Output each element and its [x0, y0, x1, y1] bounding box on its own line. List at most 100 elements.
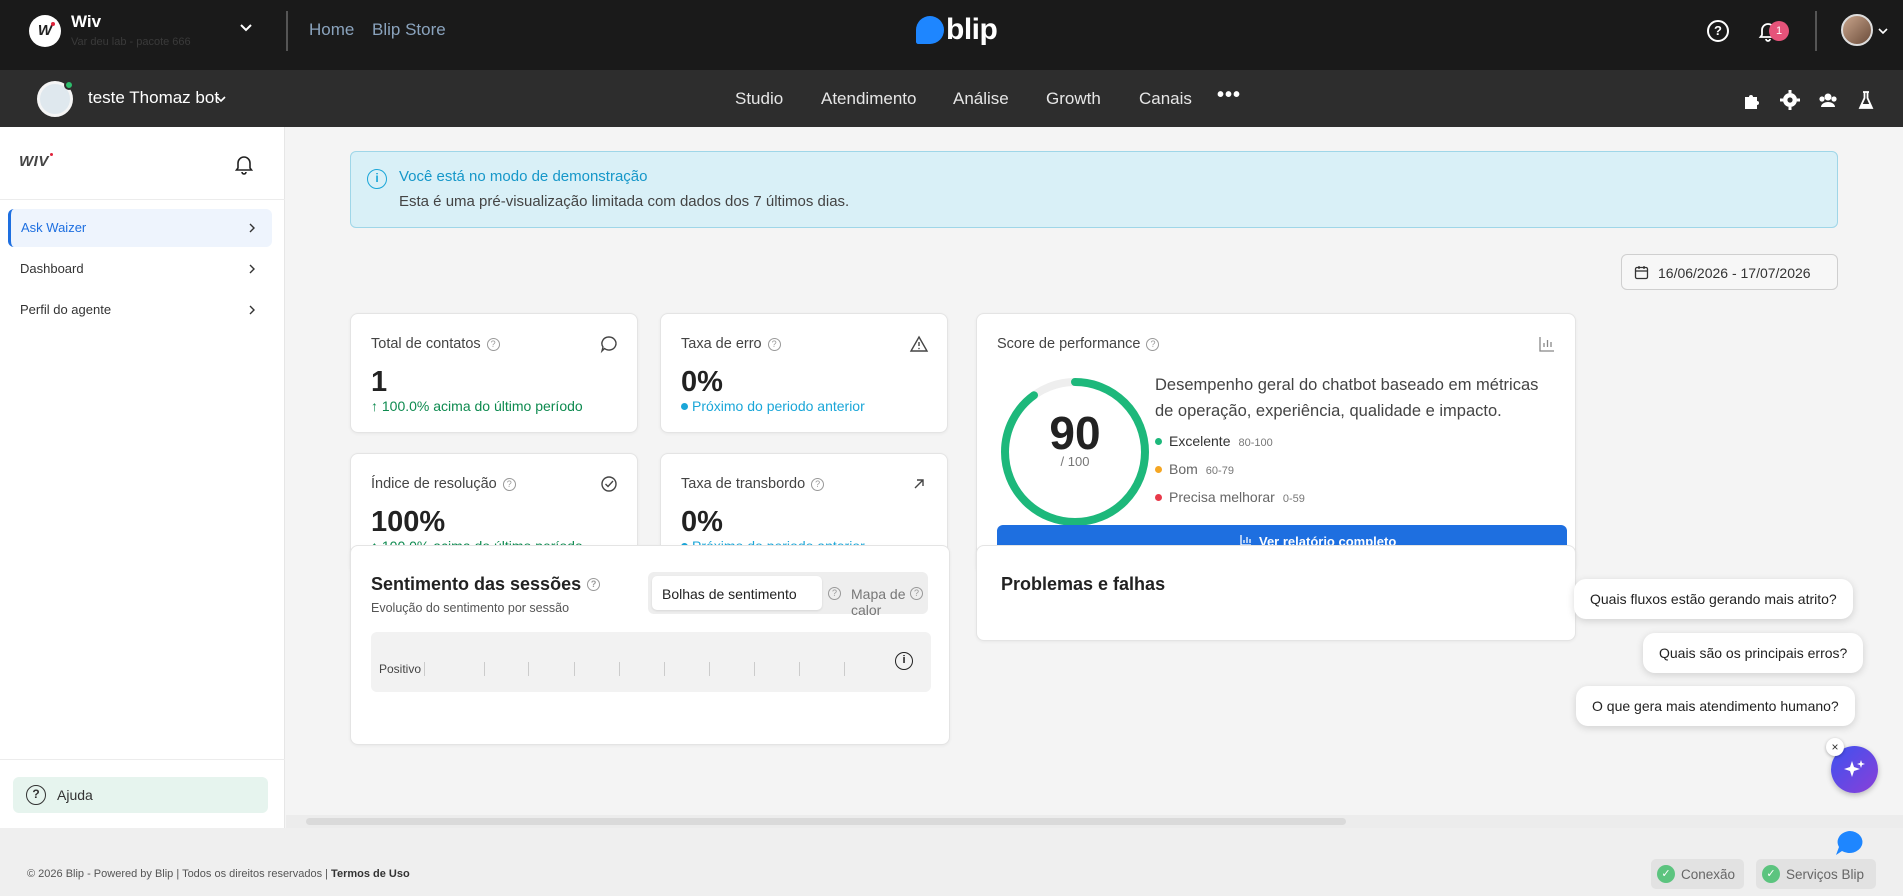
bot-name[interactable]: teste Thomaz bot — [88, 88, 219, 108]
horizontal-scrollbar[interactable] — [286, 815, 1903, 828]
wiv-logo: WIV — [19, 153, 53, 170]
help-icon[interactable]: ? — [910, 587, 923, 600]
divider — [0, 199, 285, 200]
help-icon[interactable]: ? — [767, 338, 781, 351]
nav-studio[interactable]: Studio — [735, 89, 783, 109]
metric-value: 0% — [681, 366, 723, 398]
check-icon: ✓ — [1762, 865, 1780, 883]
chevron-right-icon — [249, 264, 255, 274]
lab-flask-icon[interactable] — [1855, 89, 1877, 111]
help-icon[interactable]: ? — [486, 338, 500, 351]
grid-line — [574, 662, 575, 676]
sidebar-item-dashboard[interactable]: Dashboard — [8, 250, 272, 288]
suggestion-bubble[interactable]: O que gera mais atendimento humano? — [1576, 686, 1855, 726]
sentiment-subtitle: Evolução do sentimento por sessão — [371, 601, 570, 615]
blip-store-link[interactable]: Blip Store — [372, 20, 446, 40]
suggestion-bubble[interactable]: Quais são os principais erros? — [1643, 633, 1864, 673]
metric-card-total-contatos: Total de contatos? 1 ↑ 100.0% acima do ú… — [350, 313, 638, 433]
top-bar: W Wiv Var deu lab - pacote 666 Home Blip… — [0, 0, 1903, 70]
check-circle-icon — [601, 476, 617, 492]
metric-title: Total de contatos? — [371, 336, 500, 352]
scrollbar-thumb[interactable] — [306, 818, 1346, 825]
help-icon[interactable]: ? — [811, 478, 825, 491]
more-menu-icon[interactable]: ••• — [1217, 84, 1241, 107]
banner-title: Você está no modo de demonstração — [399, 168, 648, 185]
date-range-text: 16/06/2026 - 17/07/2026 — [1658, 265, 1811, 281]
nav-atendimento[interactable]: Atendimento — [821, 89, 916, 109]
bot-nav-bar: teste Thomaz bot Studio Atendimento Anál… — [0, 70, 1903, 127]
metric-trend: ↑ 100.0% acima do último período — [371, 398, 583, 414]
nav-analise[interactable]: Análise — [953, 89, 1009, 109]
team-icon[interactable] — [1817, 89, 1839, 111]
problems-title: Problemas e falhas — [1001, 574, 1166, 594]
close-icon[interactable]: × — [1826, 738, 1844, 756]
status-servicos-blip[interactable]: ✓ Serviços Blip — [1756, 859, 1876, 889]
chevron-down-icon[interactable] — [236, 18, 256, 38]
problems-card: Problemas e falhas — [976, 545, 1576, 641]
nav-growth[interactable]: Growth — [1046, 89, 1101, 109]
performance-title: Score de performance? — [997, 336, 1160, 352]
warning-icon — [909, 335, 929, 352]
sidebar: WIV Ask Waizer Dashboard Perfil do agent… — [0, 127, 285, 828]
metric-trend: Próximo do periodo anterior — [681, 398, 865, 414]
terms-link[interactable]: Termos de Uso — [331, 868, 410, 880]
user-avatar[interactable] — [1841, 14, 1873, 46]
metric-value: 100% — [371, 506, 446, 538]
grid-line — [484, 662, 485, 676]
metric-title: Taxa de erro? — [681, 336, 781, 352]
footer: © 2026 Blip - Powered by Blip | Todos os… — [0, 828, 1903, 896]
legend-precisa-melhorar: Precisa melhorar 0-59 — [1155, 489, 1305, 505]
help-icon[interactable]: ? — [828, 587, 841, 600]
sidebar-item-ask-waizer[interactable]: Ask Waizer — [8, 209, 272, 247]
chat-widget-icon[interactable] — [1834, 829, 1866, 857]
blip-logo[interactable]: blip — [916, 13, 998, 47]
chevron-right-icon — [249, 305, 255, 315]
bell-icon[interactable] — [232, 152, 256, 176]
help-button[interactable]: ? Ajuda — [13, 777, 268, 813]
divider — [1815, 11, 1817, 51]
info-icon[interactable]: i — [895, 652, 913, 670]
metric-value: 1 — [371, 366, 388, 398]
legend-excelente: Excelente 80-100 — [1155, 433, 1273, 449]
bar-chart-icon[interactable] — [1537, 334, 1557, 354]
puzzle-icon[interactable] — [1741, 89, 1763, 111]
help-icon[interactable]: ? — [1707, 20, 1729, 42]
grid-line — [844, 662, 845, 676]
info-icon: i — [367, 169, 387, 189]
sparkles-icon — [1844, 760, 1865, 777]
help-icon[interactable]: ? — [1146, 338, 1160, 351]
suggestion-bubble[interactable]: Quais fluxos estão gerando mais atrito? — [1574, 579, 1853, 619]
home-link[interactable]: Home — [309, 20, 354, 40]
chevron-right-icon — [249, 223, 255, 233]
grid-line — [619, 662, 620, 676]
arrow-up-right-icon — [914, 479, 924, 489]
status-conexao[interactable]: ✓ Conexão — [1651, 859, 1744, 889]
chat-bubble-icon — [600, 336, 617, 354]
help-icon[interactable]: ? — [587, 578, 601, 591]
help-icon: ? — [26, 785, 46, 805]
sidebar-item-perfil-do-agente[interactable]: Perfil do agente — [8, 291, 272, 329]
sidebar-item-label: Ask Waizer — [21, 220, 87, 235]
workspace-name[interactable]: Wiv — [71, 12, 101, 32]
chevron-down-icon[interactable] — [214, 92, 228, 106]
grid-line — [799, 662, 800, 676]
notification-badge: 1 — [1769, 21, 1789, 41]
tab-bolhas-sentimento[interactable]: Bolhas de sentimento — [652, 576, 822, 610]
workspace-logo[interactable]: W — [29, 15, 61, 47]
blip-bubble-icon — [916, 16, 944, 44]
date-range-picker[interactable]: 16/06/2026 - 17/07/2026 — [1621, 254, 1838, 290]
metric-value: 0% — [681, 506, 723, 538]
help-icon[interactable]: ? — [502, 478, 516, 491]
sentiment-title: Sentimento das sessões? — [371, 574, 601, 595]
grid-line — [528, 662, 529, 676]
grid-line — [664, 662, 665, 676]
chevron-down-icon[interactable] — [1876, 24, 1890, 38]
gear-icon[interactable] — [1779, 89, 1801, 111]
grid-line — [709, 662, 710, 676]
grid-line — [754, 662, 755, 676]
check-icon: ✓ — [1657, 865, 1675, 883]
calendar-icon — [1634, 266, 1649, 280]
nav-canais[interactable]: Canais — [1139, 89, 1192, 109]
workspace-subtitle: Var deu lab - pacote 666 — [71, 36, 191, 48]
online-status-icon — [64, 80, 74, 90]
